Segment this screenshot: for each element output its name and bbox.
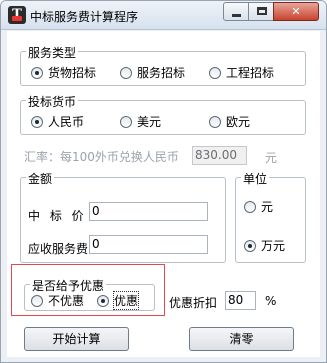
discount-rate-input[interactable]: 80 (225, 291, 256, 310)
window-title: 中标服务费计算程序 (30, 10, 139, 24)
radio-engineering-circle (209, 66, 221, 79)
maximize-icon (257, 7, 267, 15)
service-type-label: 服务类型 (26, 44, 79, 61)
radio-discount-label: 优惠 (112, 291, 140, 310)
bid-price-input[interactable]: 0 (89, 202, 208, 221)
close-icon: ✕ (291, 5, 301, 18)
amount-label: 金额 (26, 170, 55, 187)
amount-group: 金额 中 标 价 0 应收服务费 0 (20, 170, 226, 263)
radio-no-discount-label: 不优惠 (48, 294, 85, 308)
exchange-rate-label: 汇率：每100外币兑换人民币 (24, 150, 179, 164)
radio-unit-wanyuan-circle (244, 239, 256, 252)
unit-group: 单位 元 万元 (235, 170, 306, 263)
app-icon: T (8, 6, 26, 24)
exchange-rate-unit: 元 (265, 151, 278, 165)
clear-button[interactable]: 清零 (189, 327, 294, 351)
radio-no-discount[interactable]: 不优惠 (31, 292, 84, 309)
radio-unit-yuan[interactable]: 元 (244, 198, 273, 215)
exchange-rate-input[interactable]: 830.00 (192, 146, 247, 165)
radio-unit-wanyuan-label: 万元 (261, 239, 286, 253)
radio-eur[interactable]: 欧元 (209, 113, 250, 130)
radio-service[interactable]: 服务招标 (120, 64, 185, 81)
client-area: 服务类型 货物招标 服务招标 工程招标 投标货币 人民币 美元 欧元 汇率：每1… (7, 31, 320, 357)
radio-eur-label: 欧元 (226, 115, 251, 129)
radio-goods-label: 货物招标 (48, 66, 97, 80)
radio-usd-circle (120, 115, 132, 128)
radio-usd[interactable]: 美元 (120, 113, 161, 130)
radio-engineering[interactable]: 工程招标 (209, 64, 274, 81)
currency-label: 投标货币 (26, 93, 79, 110)
radio-goods[interactable]: 货物招标 (31, 64, 96, 81)
radio-usd-label: 美元 (137, 115, 162, 129)
currency-group: 投标货币 人民币 美元 欧元 (20, 93, 306, 135)
radio-rmb[interactable]: 人民币 (31, 113, 84, 130)
radio-unit-yuan-label: 元 (261, 200, 274, 214)
minimize-icon (232, 14, 241, 17)
discount-rate-label: 优惠折扣 (169, 296, 218, 310)
radio-service-label: 服务招标 (137, 66, 186, 80)
service-fee-input[interactable]: 0 (89, 235, 208, 254)
start-calc-button[interactable]: 开始计算 (24, 327, 129, 351)
radio-service-circle (120, 66, 132, 79)
radio-discount-circle (97, 294, 109, 307)
service-type-group: 服务类型 货物招标 服务招标 工程招标 (20, 44, 306, 86)
radio-discount[interactable]: 优惠 (97, 291, 140, 310)
app-window: T 中标服务费计算程序 ✕ 服务类型 货物招标 服务招标 工程招标 投标货币 人… (0, 0, 327, 363)
unit-label: 单位 (241, 170, 270, 187)
radio-engineering-label: 工程招标 (226, 66, 275, 80)
discount-rate-unit: % (265, 294, 277, 308)
service-fee-label: 应收服务费 (28, 242, 89, 256)
close-button[interactable]: ✕ (273, 2, 319, 21)
maximize-button[interactable] (248, 2, 274, 21)
radio-no-discount-circle (31, 294, 43, 307)
bid-price-label: 中 标 价 (28, 209, 87, 223)
radio-unit-yuan-circle (244, 200, 256, 213)
radio-eur-circle (209, 115, 221, 128)
minimize-button[interactable] (223, 2, 249, 21)
discount-group: 是否给予优惠 不优惠 优惠 (24, 277, 155, 311)
title-bar[interactable]: T 中标服务费计算程序 ✕ (1, 1, 326, 30)
radio-rmb-circle (31, 115, 43, 128)
radio-unit-wanyuan[interactable]: 万元 (244, 237, 285, 254)
radio-goods-circle (31, 66, 43, 79)
radio-rmb-label: 人民币 (48, 115, 85, 129)
